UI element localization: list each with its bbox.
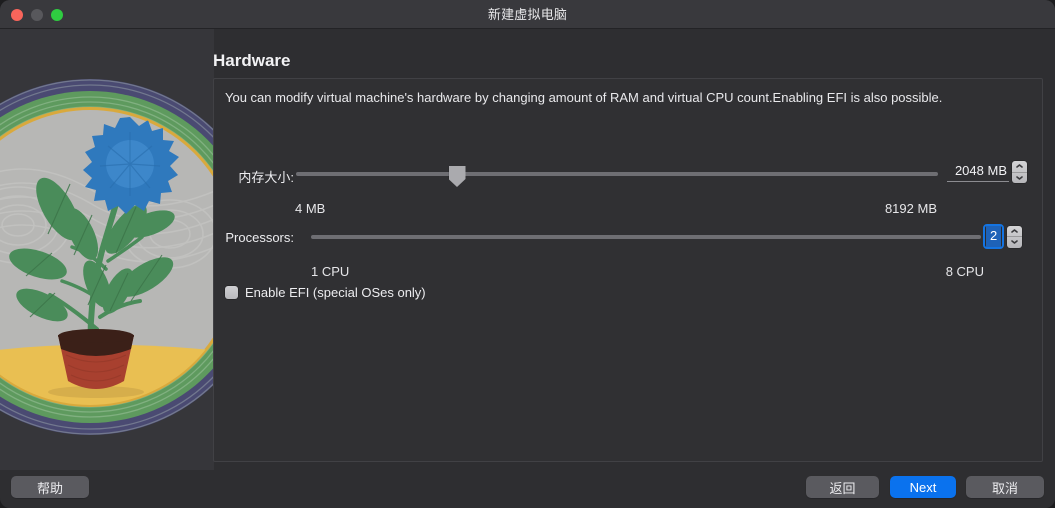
memory-stepper[interactable] [1012, 161, 1027, 183]
help-button[interactable]: 帮助 [11, 476, 89, 498]
window-title: 新建虚拟电脑 [0, 0, 1055, 29]
memory-size-spinner[interactable]: 2048 MB [947, 161, 1027, 183]
chevron-up-icon [1011, 229, 1018, 233]
next-button[interactable]: Next [890, 476, 956, 498]
processors-spinner[interactable]: 2 [983, 224, 1022, 249]
processors-input-value[interactable]: 2 [986, 226, 1001, 247]
zoom-button-icon[interactable] [51, 9, 63, 21]
memory-stepper-up[interactable] [1012, 161, 1027, 172]
processors-min-label: 1 CPU [311, 264, 349, 279]
processors-label: Processors: [214, 230, 294, 245]
processors-input-field[interactable]: 2 [983, 224, 1004, 249]
page-description: You can modify virtual machine's hardwar… [225, 89, 943, 106]
processors-stepper[interactable] [1007, 226, 1022, 248]
enable-efi-checkbox-row[interactable]: Enable EFI (special OSes only) [225, 285, 426, 300]
window-titlebar: 新建虚拟电脑 [0, 0, 1055, 29]
minimize-button-icon[interactable] [31, 9, 43, 21]
chevron-down-icon [1016, 176, 1023, 180]
processors-stepper-down[interactable] [1007, 237, 1022, 248]
plant-in-pot-illustration [0, 29, 214, 470]
close-button-icon[interactable] [11, 9, 23, 21]
chevron-up-icon [1016, 164, 1023, 168]
memory-min-label: 4 MB [295, 201, 325, 216]
processors-slider[interactable] [311, 228, 981, 246]
memory-slider-thumb[interactable] [449, 166, 466, 187]
window-body: Hardware You can modify virtual machine'… [0, 29, 1055, 508]
memory-stepper-down[interactable] [1012, 173, 1027, 184]
new-virtual-machine-window: 新建虚拟电脑 [0, 0, 1055, 508]
processors-slider-track[interactable] [311, 235, 981, 239]
traffic-light-controls [11, 0, 63, 29]
memory-max-label: 8192 MB [885, 201, 937, 216]
cancel-button[interactable]: 取消 [966, 476, 1044, 498]
enable-efi-label: Enable EFI (special OSes only) [245, 285, 426, 300]
page-title: Hardware [213, 51, 290, 71]
memory-size-label: 内存大小: [214, 167, 294, 186]
processors-stepper-up[interactable] [1007, 226, 1022, 237]
back-button[interactable]: 返回 [806, 476, 879, 498]
enable-efi-checkbox[interactable] [225, 286, 238, 299]
chevron-down-icon [1011, 240, 1018, 244]
processors-max-label: 8 CPU [946, 264, 984, 279]
memory-slider-track[interactable] [296, 172, 938, 176]
memory-size-slider[interactable] [296, 165, 938, 183]
hardware-settings-panel: You can modify virtual machine's hardwar… [213, 78, 1043, 462]
memory-size-input[interactable]: 2048 MB [947, 162, 1009, 182]
